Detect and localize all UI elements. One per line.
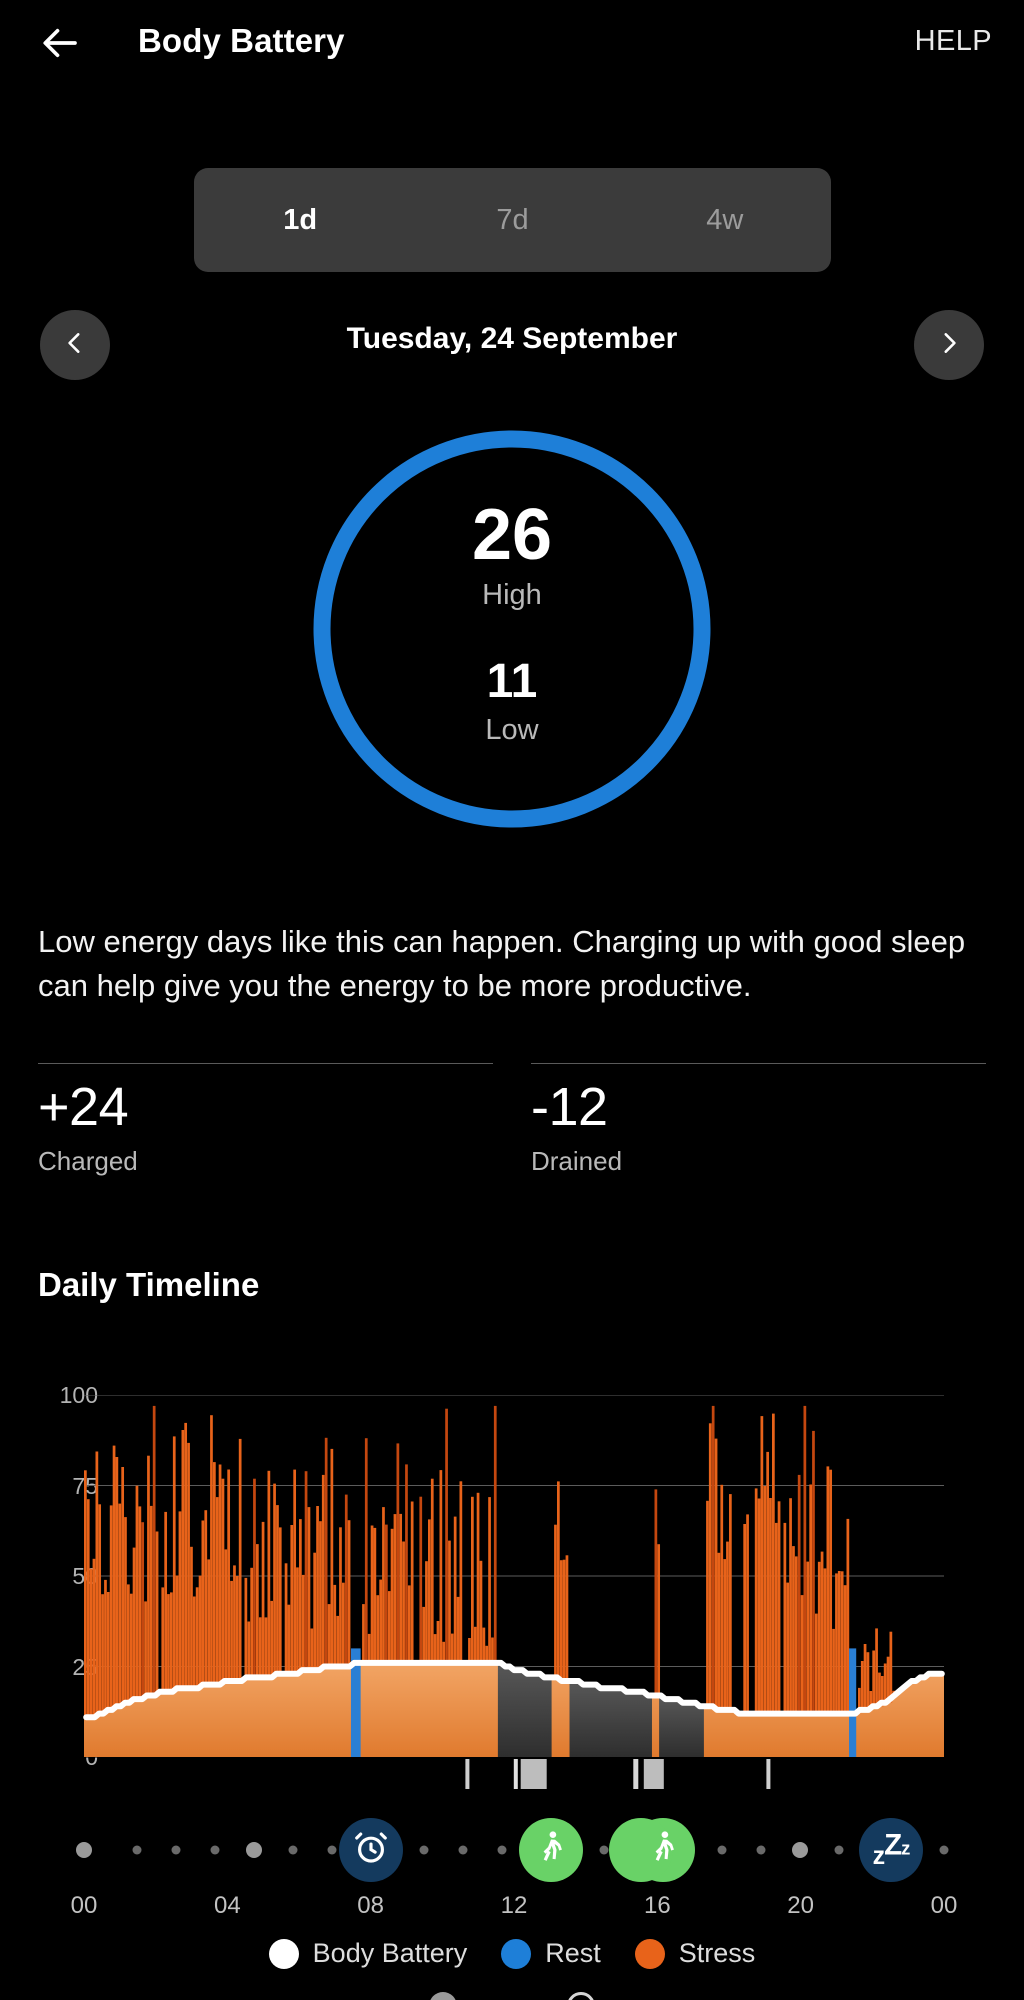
date-navigator: Tuesday, 24 September [0, 310, 1024, 382]
daily-timeline-chart[interactable]: 0255075100 [0, 1382, 1024, 1795]
timeline-dot [792, 1842, 808, 1858]
insight-description: Low energy days like this can happen. Ch… [38, 924, 966, 1004]
timeline-dot [717, 1845, 727, 1855]
legend-swatch-icon [634, 1938, 665, 1969]
timeline-dot [939, 1845, 949, 1855]
app-header: Body Battery HELP [0, 0, 1024, 88]
timeline-dot [76, 1842, 92, 1858]
timeline-dot [288, 1845, 298, 1855]
activity-marker-sleep-zzz[interactable]: zZz [859, 1818, 923, 1882]
help-button[interactable]: HELP [915, 25, 992, 58]
back-button[interactable] [30, 14, 92, 76]
stat-charged-value: +24 [38, 1077, 129, 1137]
timeline-dot [756, 1845, 766, 1855]
legend-swatch-icon [268, 1938, 299, 1969]
activity-marker-row: zZz [0, 1812, 1024, 1888]
timeline-dot [210, 1845, 220, 1855]
stat-drained-label: Drained [531, 1146, 623, 1176]
legend-swatch-icon [501, 1938, 532, 1969]
timeline-dot [246, 1842, 262, 1858]
stat-charged: +24 Charged [38, 1063, 493, 1177]
timeline-dot [599, 1845, 609, 1855]
charge-drain-stats: +24 Charged -12 Drained [0, 1063, 1024, 1193]
chart-plot [83, 1395, 945, 1789]
timeline-dot [458, 1845, 468, 1855]
walking-icon [644, 1829, 682, 1872]
body-battery-screen: Body Battery HELP 1d 7d 4w Tuesday, 24 S… [0, 0, 1024, 2000]
divider [38, 1063, 493, 1064]
chevron-right-icon [936, 330, 962, 361]
stat-drained: -12 Drained [531, 1063, 986, 1177]
sleep-zzz-icon: zZz [872, 1828, 911, 1871]
x-axis-tick-label: 00 [930, 1892, 958, 1919]
legend-item: Body Battery [268, 1938, 468, 1969]
legend-swatch-icon [429, 1992, 457, 2000]
x-axis-tick-label: 12 [500, 1892, 528, 1919]
legend-item-secondary [567, 1992, 595, 2000]
legend-label: Body Battery [312, 1938, 468, 1968]
timeline-dot [171, 1845, 181, 1855]
tab-7d[interactable]: 7d [406, 168, 618, 272]
walking-icon [532, 1829, 570, 1872]
tab-1d[interactable]: 1d [194, 168, 406, 272]
x-axis-tick-label: 00 [70, 1892, 98, 1919]
timeline-dot [327, 1845, 337, 1855]
gauge-low-value: 11 [486, 655, 538, 708]
alarm-clock-icon [352, 1829, 390, 1872]
divider [531, 1063, 986, 1064]
activity-marker-alarm-clock[interactable] [339, 1818, 403, 1882]
gauge-low-label: Low [485, 714, 539, 746]
legend-item: Stress [634, 1938, 756, 1969]
range-tab-bar: 1d 7d 4w [194, 168, 831, 272]
timeline-dot [419, 1845, 429, 1855]
gauge-high-value: 26 [471, 495, 553, 575]
legend-label: Rest [545, 1938, 601, 1968]
timeline-dot [497, 1845, 507, 1855]
timeline-dot [132, 1845, 142, 1855]
legend-item-secondary [429, 1992, 457, 2000]
current-date-label: Tuesday, 24 September [346, 322, 678, 355]
page-title: Body Battery [138, 22, 345, 59]
x-axis-tick-label: 04 [213, 1892, 241, 1919]
activity-marker-walking[interactable] [519, 1818, 583, 1882]
chart-x-axis: 00 04 08 12 16 20 00 [0, 1892, 1024, 1928]
x-axis-tick-label: 20 [787, 1892, 815, 1919]
next-day-button[interactable] [914, 310, 984, 380]
legend-item: Rest [501, 1938, 601, 1969]
x-axis-tick-label: 16 [643, 1892, 671, 1919]
chart-legend: Body Battery Rest Stress [0, 1938, 1024, 1969]
tab-4w[interactable]: 4w [619, 168, 831, 272]
arrow-left-icon [40, 22, 82, 69]
chart-legend-secondary [0, 1992, 1024, 2000]
legend-label: Stress [678, 1938, 756, 1968]
stat-charged-label: Charged [38, 1146, 138, 1176]
legend-swatch-icon [567, 1992, 595, 2000]
x-axis-tick-label: 08 [357, 1892, 385, 1919]
timeline-dot [834, 1845, 844, 1855]
gauge-high-label: High [482, 579, 542, 611]
stat-drained-value: -12 [531, 1077, 608, 1137]
body-battery-gauge: 26 High 11 Low [303, 420, 721, 838]
activity-marker-walking[interactable] [609, 1818, 695, 1882]
daily-timeline-title: Daily Timeline [38, 1266, 260, 1303]
